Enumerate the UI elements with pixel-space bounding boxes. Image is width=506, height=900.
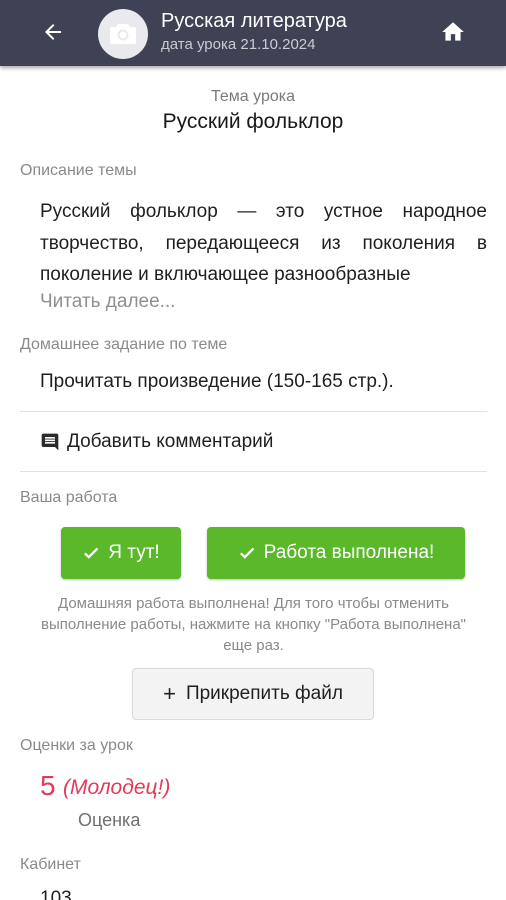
here-button-label: Я тут! <box>108 542 160 563</box>
lesson-date: дата урока 21.10.2024 <box>161 36 316 53</box>
grade-comment: (Молодец!) <box>63 776 171 799</box>
description-label: Описание темы <box>20 162 137 179</box>
topic-label: Тема урока <box>211 88 295 105</box>
description-text: Русский фольклор — это устное народное т… <box>40 201 487 285</box>
cabinet-label: Кабинет <box>20 856 81 873</box>
attach-file-label: Прикрепить файл <box>185 683 343 704</box>
back-button[interactable] <box>36 15 70 49</box>
home-icon <box>442 22 464 41</box>
home-button[interactable] <box>436 15 470 49</box>
add-comment-label: Добавить комментарий <box>67 430 274 452</box>
work-done-note: Домашняя работа выполнена! Для того чтоб… <box>41 595 466 654</box>
comment-icon <box>40 432 60 452</box>
read-more-link[interactable]: Читать далее... <box>40 291 176 313</box>
check-icon <box>82 544 100 562</box>
add-comment-button[interactable]: Добавить комментарий <box>20 412 487 471</box>
grade-value: 5 <box>40 770 56 801</box>
attach-file-button[interactable]: + Прикрепить файл <box>132 668 374 720</box>
cabinet-value: 103 <box>40 888 72 900</box>
work-done-button[interactable]: Работа выполнена! <box>207 527 465 579</box>
avatar[interactable] <box>98 9 148 59</box>
topic-title: Русский фольклор <box>162 110 344 133</box>
your-work-label: Ваша работа <box>20 489 118 506</box>
homework-text: Прочитать произведение (150-165 стр.). <box>40 371 394 392</box>
grades-label: Оценки за урок <box>20 737 133 754</box>
homework-label: Домашнее задание по теме <box>20 336 228 353</box>
here-button[interactable]: Я тут! <box>61 527 181 579</box>
page-title: Русская литература <box>161 10 347 32</box>
work-done-button-label: Работа выполнена! <box>263 542 435 563</box>
divider <box>20 471 487 472</box>
check-icon <box>238 544 256 562</box>
app-bar: Русская литература дата урока 21.10.2024 <box>0 0 506 66</box>
grade-caption: Оценка <box>78 810 141 830</box>
camera-icon <box>110 24 136 44</box>
arrow-left-icon <box>45 24 61 40</box>
plus-icon: + <box>163 681 176 706</box>
